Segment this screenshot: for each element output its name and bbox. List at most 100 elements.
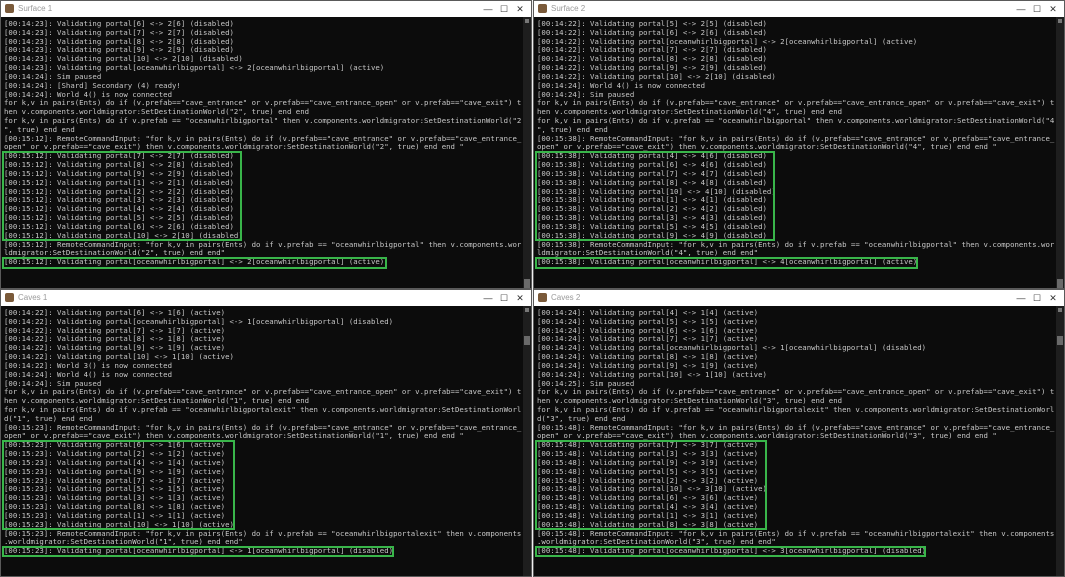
console-line: [00:15:48]: Validating portal[oceanwhirl… bbox=[537, 546, 927, 556]
console-line: open" or v.prefab=="cave_exit") then v.c… bbox=[537, 431, 997, 441]
console-window-caves-2[interactable]: Caves 2 — ☐ ✕ [00:14:24]: Validating por… bbox=[533, 289, 1065, 577]
maximize-button[interactable]: ☐ bbox=[1030, 292, 1044, 304]
console-line: [00:15:23]: Validating portal[4] <-> 1[4… bbox=[4, 457, 226, 467]
minimize-button[interactable]: — bbox=[1014, 3, 1028, 15]
scroll-up-icon[interactable] bbox=[525, 308, 529, 312]
console-line: [00:14:24]: Validating portal[8] <-> 1[8… bbox=[537, 352, 759, 362]
console-window-surface-1[interactable]: Surface 1 — ☐ ✕ [00:14:23]: Validating p… bbox=[0, 0, 532, 289]
console-line: [00:14:24]: Sim paused bbox=[537, 89, 635, 99]
console-line: [00:14:22]: Validating portal[7] <-> 1[7… bbox=[4, 325, 226, 335]
console-line: [00:15:12]: Validating portal[4] <-> 2[4… bbox=[4, 204, 234, 214]
minimize-button[interactable]: — bbox=[481, 3, 495, 15]
console-line: [00:14:22]: Validating portal[9] <-> 1[9… bbox=[4, 343, 226, 353]
console-line: [00:15:48]: Validating portal[4] <-> 3[4… bbox=[537, 502, 759, 512]
close-button[interactable]: ✕ bbox=[1046, 3, 1060, 15]
close-button[interactable]: ✕ bbox=[513, 292, 527, 304]
maximize-button[interactable]: ☐ bbox=[497, 3, 511, 15]
console-line: for k,v in pairs(Ents) do if v.prefab ==… bbox=[537, 116, 1055, 126]
console-line: [00:14:24]: Validating portal[5] <-> 1[5… bbox=[537, 316, 759, 326]
console-line: open" or v.prefab=="cave_exit") then v.c… bbox=[4, 431, 464, 441]
console-line: .worldmigrator:SetDestinationWorld("3", … bbox=[537, 537, 776, 547]
minimize-button[interactable]: — bbox=[481, 292, 495, 304]
console-line: [00:14:23]: Validating portal[oceanwhirl… bbox=[4, 63, 385, 73]
app-icon bbox=[538, 4, 547, 13]
console-line: d("3", true) end end bbox=[537, 413, 626, 423]
console-line: [00:15:12]: Validating portal[oceanwhirl… bbox=[4, 257, 385, 267]
scrollbar[interactable] bbox=[1056, 17, 1064, 288]
console-window-surface-2[interactable]: Surface 2 — ☐ ✕ [00:14:22]: Validating p… bbox=[533, 0, 1065, 289]
console-line: [00:15:48]: Validating portal[1] <-> 3[1… bbox=[537, 510, 759, 520]
console-line: [00:14:23]: Validating portal[10] <-> 2[… bbox=[4, 54, 243, 64]
console-line: [00:15:38]: Validating portal[9] <-> 4[9… bbox=[537, 230, 767, 240]
console-line: [00:15:23]: Validating portal[9] <-> 1[9… bbox=[4, 466, 226, 476]
console-output[interactable]: [00:14:24]: Validating portal[4] <-> 1[4… bbox=[534, 306, 1056, 576]
scrollbar[interactable] bbox=[523, 306, 531, 576]
console-line: [00:14:24]: Validating portal[10] <-> 1[… bbox=[537, 369, 767, 379]
title-bar[interactable]: Surface 1 — ☐ ✕ bbox=[1, 1, 531, 17]
console-line: hen v.components.worldmigrator:SetDestin… bbox=[537, 396, 843, 406]
scrollbar[interactable] bbox=[1056, 306, 1064, 576]
console-output[interactable]: [00:14:22]: Validating portal[5] <-> 2[5… bbox=[534, 17, 1056, 288]
console-line: [00:15:23]: Validating portal[3] <-> 1[3… bbox=[4, 493, 226, 503]
console-line: [00:15:38]: RemoteCommandInput: "for k,v… bbox=[537, 239, 1055, 249]
console-line: [00:14:24]: Sim paused bbox=[4, 378, 102, 388]
close-button[interactable]: ✕ bbox=[513, 3, 527, 15]
console-line: [00:15:12]: RemoteCommandInput: "for k,v… bbox=[4, 239, 522, 249]
maximize-button[interactable]: ☐ bbox=[1030, 3, 1044, 15]
console-line: for k,v in pairs(Ents) do if (v.prefab==… bbox=[537, 98, 1055, 108]
console-line: [00:14:22]: Validating portal[oceanwhirl… bbox=[537, 36, 918, 46]
scroll-thumb[interactable] bbox=[524, 336, 530, 345]
console-line: ", true) end end bbox=[537, 124, 608, 134]
title-bar[interactable]: Caves 1 — ☐ ✕ bbox=[1, 290, 531, 306]
console-line: [00:15:23]: Validating portal[6] <-> 1[6… bbox=[4, 440, 226, 450]
console-line: [00:15:23]: Validating portal[5] <-> 1[5… bbox=[4, 484, 226, 494]
console-line: [00:14:24]: World 4() is now connected bbox=[4, 89, 173, 99]
console-line: for k,v in pairs(Ents) do if v.prefab ==… bbox=[4, 405, 522, 415]
scroll-thumb[interactable] bbox=[1057, 336, 1063, 345]
console-line: [00:15:48]: Validating portal[2] <-> 3[2… bbox=[537, 475, 759, 485]
scroll-up-icon[interactable] bbox=[1058, 308, 1062, 312]
maximize-button[interactable]: ☐ bbox=[497, 292, 511, 304]
scroll-up-icon[interactable] bbox=[525, 19, 529, 23]
console-line: [00:15:23]: Validating portal[oceanwhirl… bbox=[4, 546, 394, 556]
console-line: for k,v in pairs(Ents) do if v.prefab ==… bbox=[537, 405, 1055, 415]
scroll-thumb[interactable] bbox=[1057, 279, 1063, 288]
app-icon bbox=[5, 4, 14, 13]
scroll-thumb[interactable] bbox=[524, 279, 530, 288]
console-output[interactable]: [00:14:23]: Validating portal[6] <-> 2[6… bbox=[1, 17, 523, 288]
console-line: [00:15:12]: Validating portal[9] <-> 2[9… bbox=[4, 168, 234, 178]
console-line: [00:15:38]: Validating portal[10] <-> 4[… bbox=[537, 186, 776, 196]
window-title: Surface 2 bbox=[551, 4, 586, 13]
console-line: [00:14:22]: Validating portal[5] <-> 2[5… bbox=[537, 19, 767, 28]
console-line: [00:14:23]: Validating portal[6] <-> 2[6… bbox=[4, 19, 234, 28]
console-line: [00:15:38]: Validating portal[7] <-> 4[7… bbox=[537, 168, 767, 178]
scrollbar[interactable] bbox=[523, 17, 531, 288]
console-line: [00:15:12]: Validating portal[5] <-> 2[5… bbox=[4, 213, 234, 223]
console-line: [00:15:12]: RemoteCommandInput: "for k,v… bbox=[4, 133, 522, 143]
scroll-up-icon[interactable] bbox=[1058, 19, 1062, 23]
window-title: Caves 1 bbox=[18, 293, 48, 302]
console-line: hen v.components.worldmigrator:SetDestin… bbox=[4, 396, 310, 406]
minimize-button[interactable]: — bbox=[1014, 292, 1028, 304]
close-button[interactable]: ✕ bbox=[1046, 292, 1060, 304]
console-window-caves-1[interactable]: Caves 1 — ☐ ✕ [00:14:22]: Validating por… bbox=[0, 289, 532, 577]
console-line: [00:15:12]: Validating portal[10] <-> 2[… bbox=[4, 230, 243, 240]
console-line: [00:15:48]: RemoteCommandInput: "for k,v… bbox=[537, 422, 1055, 432]
console-line: [00:15:48]: Validating portal[10] <-> 3[… bbox=[537, 484, 767, 494]
console-line: [00:15:38]: Validating portal[2] <-> 4[2… bbox=[537, 204, 767, 214]
console-line: [00:15:12]: Validating portal[2] <-> 2[2… bbox=[4, 186, 234, 196]
title-bar[interactable]: Caves 2 — ☐ ✕ bbox=[534, 290, 1064, 306]
console-line: [00:14:24]: World 4() is now connected bbox=[537, 80, 706, 90]
console-line: [00:15:23]: Validating portal[8] <-> 1[8… bbox=[4, 502, 226, 512]
title-bar[interactable]: Surface 2 — ☐ ✕ bbox=[534, 1, 1064, 17]
console-output[interactable]: [00:14:22]: Validating portal[6] <-> 1[6… bbox=[1, 306, 523, 576]
console-line: for k,v in pairs(Ents) do if v.prefab ==… bbox=[4, 116, 522, 126]
app-icon bbox=[5, 293, 14, 302]
console-line: .worldmigrator:SetDestinationWorld("1", … bbox=[4, 537, 243, 547]
console-line: [00:14:24]: Validating portal[9] <-> 1[9… bbox=[537, 360, 759, 370]
console-line: [00:15:38]: Validating portal[4] <-> 4[6… bbox=[537, 151, 767, 161]
console-line: [00:14:24]: Validating portal[6] <-> 1[6… bbox=[537, 325, 759, 335]
window-title: Surface 1 bbox=[18, 4, 53, 13]
console-line: [00:15:12]: Validating portal[8] <-> 2[8… bbox=[4, 160, 234, 170]
console-line: [00:14:22]: Validating portal[9] <-> 2[9… bbox=[537, 63, 767, 73]
